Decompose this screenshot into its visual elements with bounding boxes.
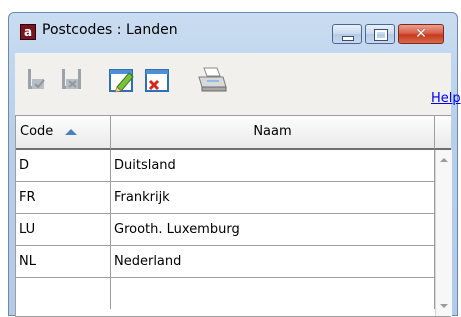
cell-code[interactable]: NL [16, 246, 111, 277]
window: a Postcodes : Landen ✕ Help Code Naam D … [8, 12, 461, 317]
delete-icon[interactable] [143, 65, 173, 95]
cell-naam[interactable] [111, 278, 435, 309]
toolbar: Help [15, 53, 461, 116]
table-row[interactable]: D Duitsland [16, 150, 435, 182]
cell-naam[interactable]: Grooth. Luxemburg [111, 214, 435, 245]
window-title: Postcodes : Landen [42, 22, 178, 38]
help-link[interactable]: Help [431, 91, 461, 106]
scroll-down-icon[interactable] [440, 304, 448, 308]
cell-code[interactable]: D [16, 150, 111, 181]
table-row[interactable] [16, 278, 435, 310]
vertical-scrollbar[interactable] [435, 150, 452, 316]
cell-naam[interactable]: Frankrijk [111, 182, 435, 213]
close-button[interactable]: ✕ [398, 24, 444, 44]
sort-ascending-icon [65, 129, 77, 135]
table-row[interactable]: NL Nederland [16, 246, 435, 278]
cell-naam[interactable]: Nederland [111, 246, 435, 277]
close-icon: ✕ [415, 26, 427, 42]
column-header-naam[interactable]: Naam [111, 116, 435, 150]
table-row[interactable]: FR Frankrijk [16, 182, 435, 214]
cell-code[interactable]: FR [16, 182, 111, 213]
data-grid: Code Naam D Duitsland FR Frankrijk LU Gr… [15, 115, 452, 317]
cell-code[interactable]: LU [16, 214, 111, 245]
app-icon: a [20, 24, 36, 40]
cell-code[interactable] [16, 278, 111, 309]
title-bar[interactable]: a Postcodes : Landen ✕ [9, 13, 457, 47]
edit-icon[interactable] [107, 65, 137, 95]
cell-naam[interactable]: Duitsland [111, 150, 435, 181]
maximize-button[interactable] [365, 24, 395, 44]
scroll-up-icon[interactable] [440, 158, 448, 162]
minimize-button[interactable] [332, 24, 362, 44]
save-cancel-icon[interactable] [57, 65, 87, 95]
printer-icon[interactable] [195, 65, 229, 95]
save-confirm-icon[interactable] [23, 65, 53, 95]
header-filler [435, 116, 451, 150]
table-row[interactable]: LU Grooth. Luxemburg [16, 214, 435, 246]
column-header-code[interactable]: Code [16, 116, 111, 150]
column-header-code-label: Code [20, 124, 54, 139]
